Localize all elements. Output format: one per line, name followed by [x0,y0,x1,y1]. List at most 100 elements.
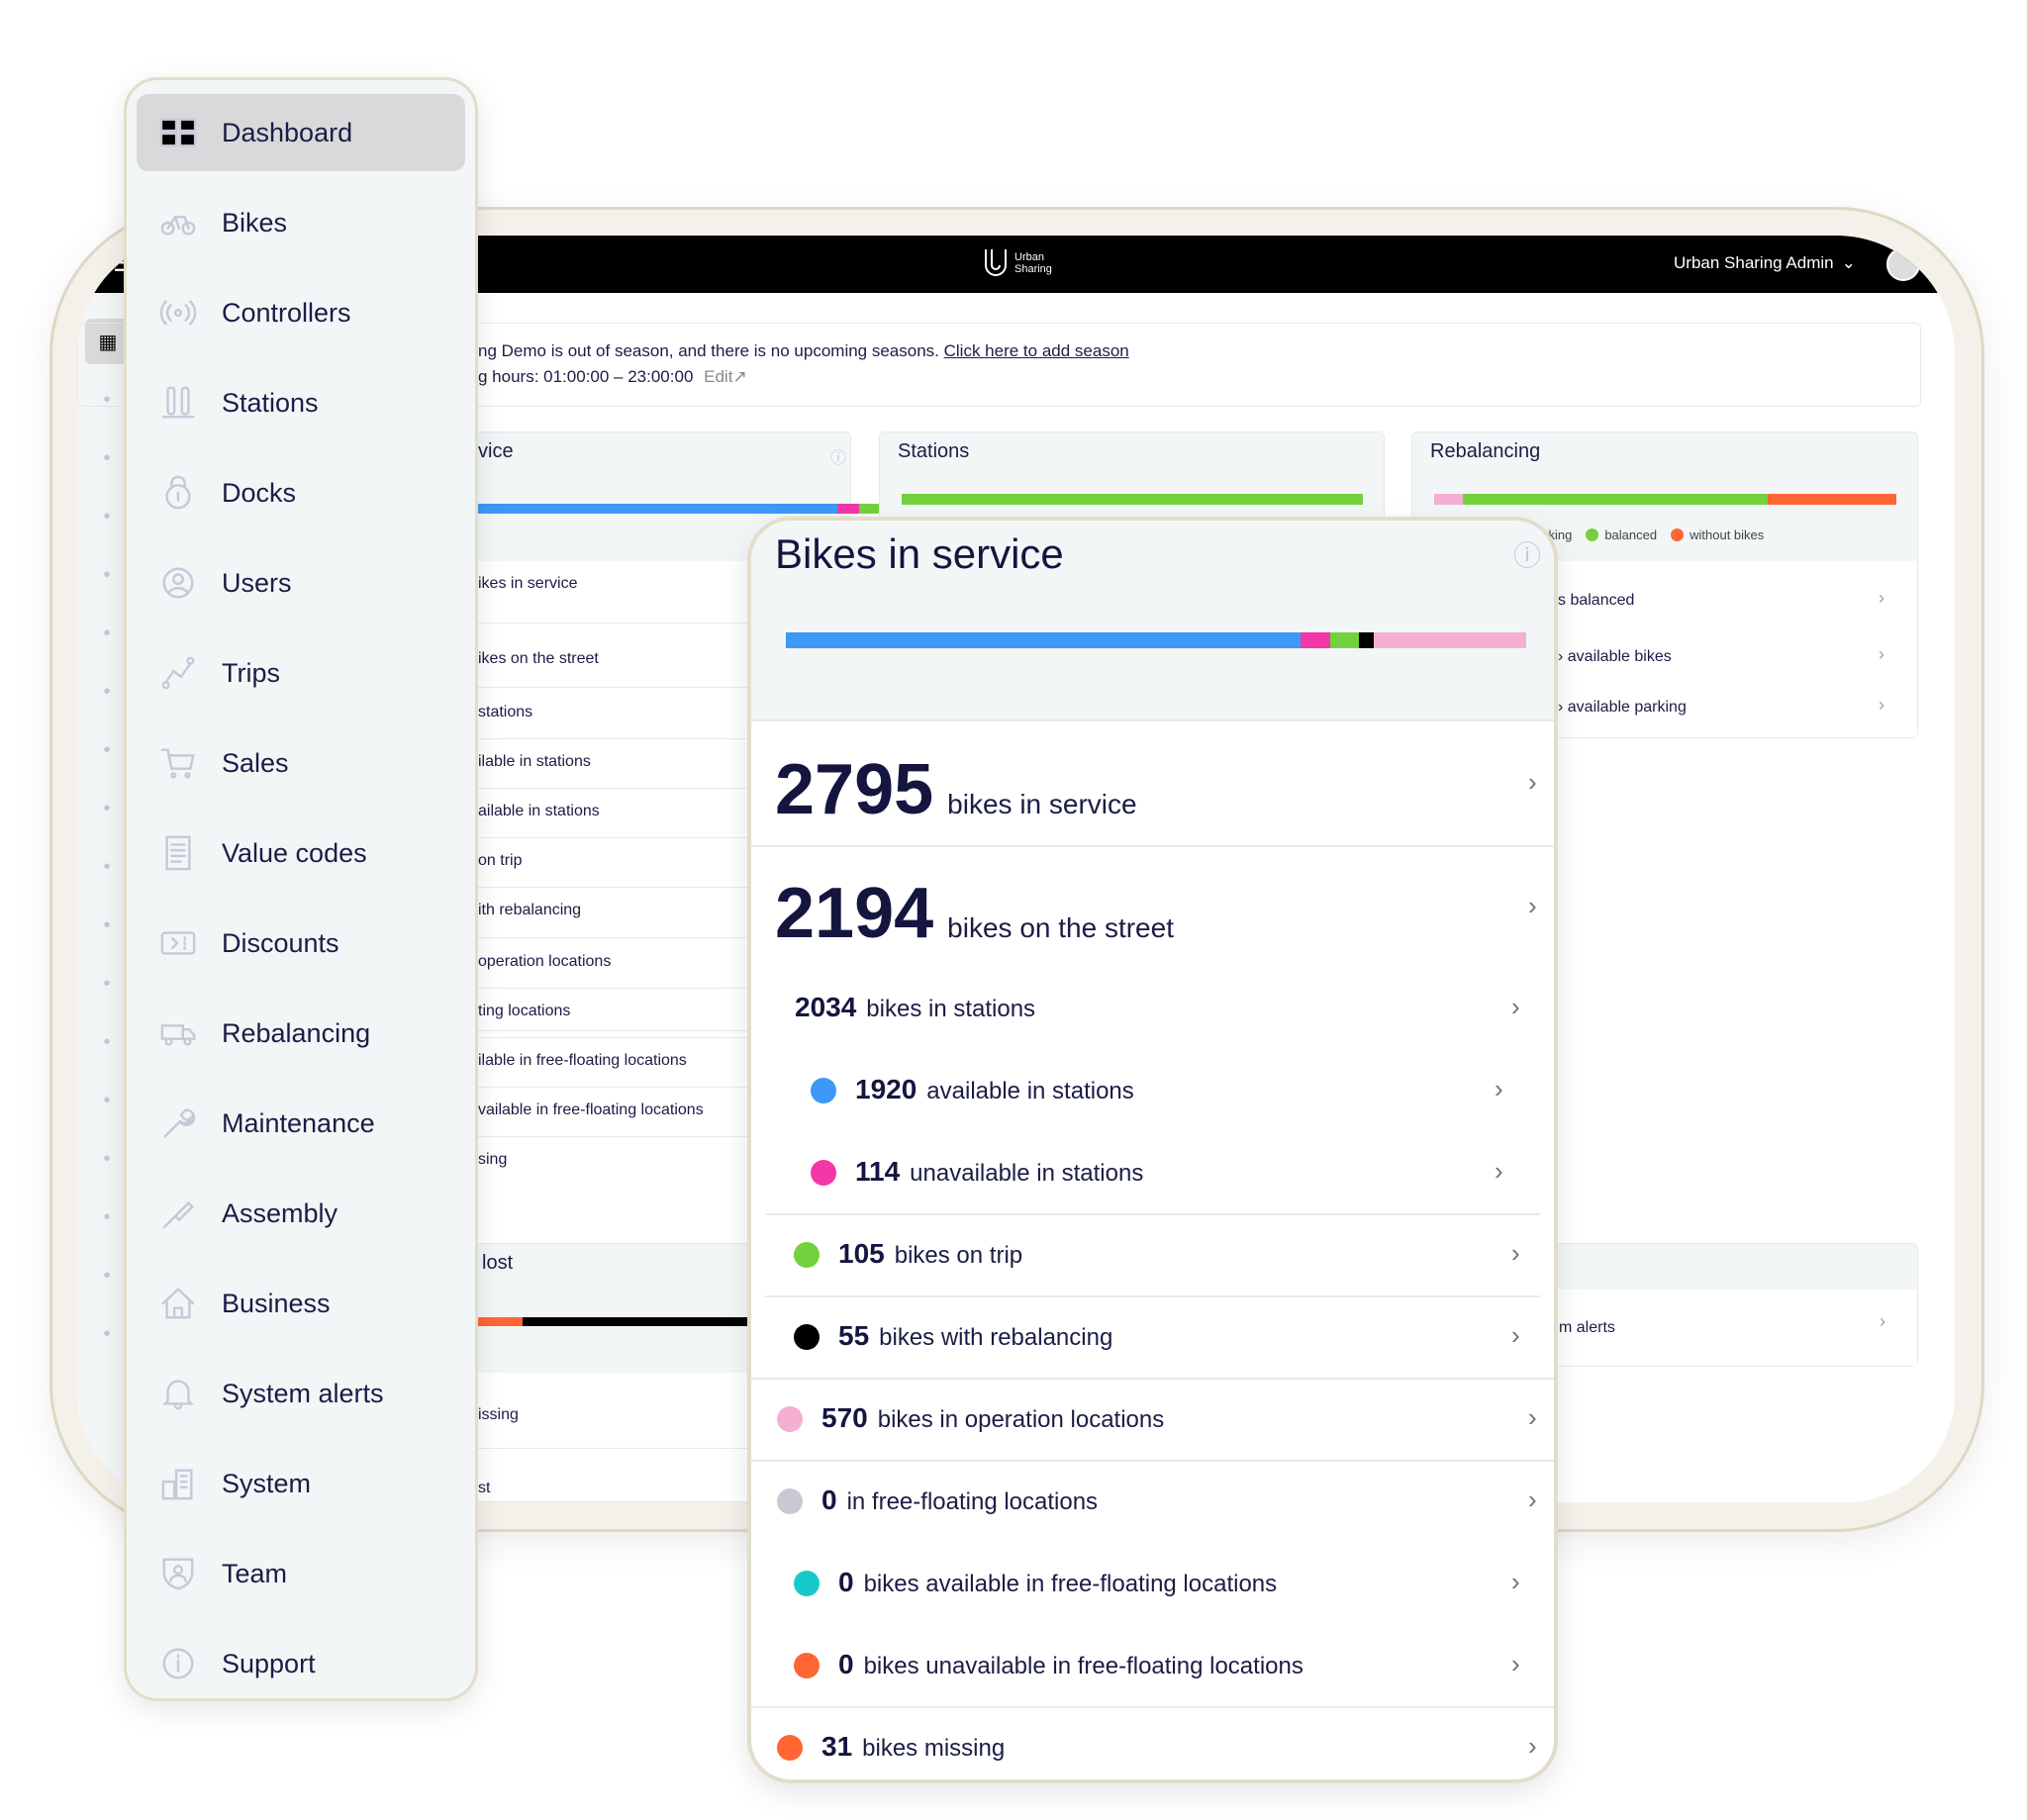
chevron-right-icon[interactable]: › [1511,1567,1520,1597]
sidebar-item-system[interactable]: System [137,1445,465,1522]
list-item[interactable]: sing [478,1151,507,1169]
stat-row[interactable]: 55 bikes with rebalancing › [751,1295,1554,1378]
list-item[interactable]: s balanced [1558,592,1634,610]
sidebar-item-bikes[interactable]: Bikes [137,184,465,261]
chevron-right-icon[interactable]: › [1528,891,1537,921]
stat-row[interactable]: 105 bikes on trip › [751,1213,1554,1295]
sidebar-item-label: Docks [222,477,297,508]
list-item[interactable]: stations [478,704,532,721]
edit-hours-link[interactable]: Edit [704,367,732,386]
list-item[interactable]: ilable in free-floating locations [478,1052,687,1070]
sidebar-item-docks[interactable]: Docks [137,454,465,531]
chevron-right-icon[interactable]: › [1879,588,1884,609]
sidebar-item-team[interactable]: Team [137,1535,465,1612]
chevron-right-icon[interactable]: › [1511,1238,1520,1269]
stat-value: 2795 [775,750,934,829]
sidebar-item-rebalancing[interactable]: Rebalancing [137,995,465,1072]
bell-icon[interactable]: • [91,1143,123,1175]
sidebar-item-controllers[interactable]: Controllers [137,274,465,351]
sidebar-item-users[interactable]: Users [137,544,465,622]
signal-icon [158,293,198,333]
receipt-icon[interactable]: • [91,793,123,824]
stat-row[interactable]: 0 in free-floating locations › [751,1460,1554,1542]
list-item[interactable]: m alerts [1559,1319,1615,1337]
stat-row[interactable]: 2034 bikes in stations › [751,967,1554,1049]
avatar[interactable] [1886,247,1920,281]
stat-row[interactable]: 0 bikes unavailable in free-floating loca… [751,1624,1554,1706]
info-icon[interactable]: ⓘ [830,444,846,468]
stat-label: unavailable in stations [910,1159,1144,1187]
list-item[interactable]: operation locations [478,953,611,971]
list-item[interactable]: › available parking [1558,699,1687,717]
chevron-right-icon[interactable]: › [1528,1402,1537,1433]
stat-value: 55 [838,1319,870,1351]
list-item[interactable]: ikes in service [478,575,577,593]
list-item[interactable]: vailable in free-floating locations [478,1102,704,1119]
list-item[interactable]: › available bikes [1558,648,1672,666]
list-item[interactable]: ith rebalancing [478,902,581,919]
signal-icon[interactable]: • [91,442,123,474]
sidebar-item-dashboard[interactable]: Dashboard [137,94,465,171]
sidebar-item-sales[interactable]: Sales [137,724,465,802]
list-item[interactable]: on trip [478,852,522,870]
sidebar-item-label: Sales [222,747,289,778]
sidebar-item-assembly[interactable]: Assembly [137,1175,465,1252]
list-item[interactable]: ikes on the street [478,650,599,668]
user-icon[interactable]: • [91,618,123,649]
sidebar-item-maintenance[interactable]: Maintenance [137,1085,465,1162]
list-item[interactable]: ilable in stations [478,753,591,771]
chevron-down-icon: ⌄ [1841,253,1856,272]
chevron-right-icon[interactable]: › [1879,644,1884,665]
sidebar-item-stations[interactable]: Stations [137,364,465,441]
sidebar-item-business[interactable]: Business [137,1265,465,1342]
sidebar-item-system-alerts[interactable]: System alerts [137,1355,465,1432]
stat-value: 114 [855,1155,901,1187]
route-icon[interactable]: • [91,676,123,708]
sidebar-item-value-codes[interactable]: Value codes [137,814,465,892]
chevron-right-icon[interactable]: › [1495,1156,1503,1187]
stat-value: 570 [821,1401,868,1433]
info-icon[interactable]: • [91,1318,123,1350]
list-item[interactable]: issing [478,1406,519,1424]
chevron-right-icon[interactable]: › [1879,695,1884,716]
shield-user-icon[interactable]: • [91,1260,123,1292]
chevron-right-icon[interactable]: › [1511,992,1520,1022]
lock-icon[interactable]: • [91,559,123,591]
list-item[interactable]: ailable in stations [478,803,600,820]
stat-row[interactable]: 1920 available in stations › [751,1049,1554,1131]
discount-icon[interactable]: • [91,851,123,883]
user-menu[interactable]: Urban Sharing Admin ⌄ [1674,253,1856,273]
screwdriver-icon[interactable]: • [91,1026,123,1058]
sidebar-item-discounts[interactable]: Discounts [137,905,465,982]
station-icon[interactable]: • [91,501,123,532]
sidebar-item-support[interactable]: Support [137,1625,465,1702]
stat-row[interactable]: 114 unavailable in stations › [751,1131,1554,1213]
info-icon[interactable]: ⓘ [1513,534,1541,574]
stat-row[interactable]: 0 bikes available in free-floating locati… [751,1542,1554,1624]
truck-icon[interactable]: • [91,910,123,941]
sidebar-item-trips[interactable]: Trips [137,634,465,712]
chevron-right-icon[interactable]: › [1495,1074,1503,1104]
chevron-right-icon[interactable]: › [1511,1649,1520,1679]
list-item[interactable]: st [478,1480,490,1497]
add-season-link[interactable]: Click here to add season [944,341,1129,360]
stat-row[interactable]: 570 bikes in operation locations › [751,1378,1554,1460]
stat-label: available in stations [926,1077,1134,1104]
bar-segment [1358,632,1374,648]
stat-row[interactable]: 2795 bikes in service › [751,721,1554,845]
chevron-right-icon[interactable]: › [1528,1731,1537,1762]
chevron-right-icon[interactable]: › [1528,767,1537,798]
chevron-right-icon[interactable]: › [1880,1311,1885,1332]
wrench-icon[interactable]: • [91,968,123,1000]
list-item[interactable]: ting locations [478,1003,570,1020]
house-icon[interactable]: • [91,1085,123,1116]
chevron-right-icon[interactable]: › [1528,1485,1537,1515]
lock-icon [158,473,198,513]
stat-row[interactable]: 2194 bikes on the street › [751,845,1554,969]
stat-row[interactable]: 31 bikes missing › [751,1706,1554,1779]
stat-value-group: 2034 bikes in stations [795,992,1035,1023]
sidebar-item-label: Discounts [222,927,339,958]
building-icon[interactable]: • [91,1201,123,1233]
cart-icon[interactable]: • [91,734,123,766]
chevron-right-icon[interactable]: › [1511,1320,1520,1351]
